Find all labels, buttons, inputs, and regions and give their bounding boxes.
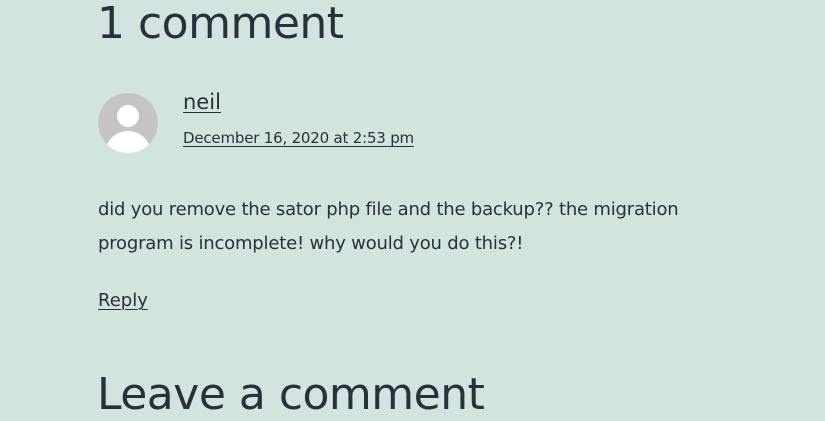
- comment-date-link[interactable]: December 16, 2020 at 2:53 pm: [183, 128, 414, 148]
- default-user-avatar-icon: [106, 105, 150, 153]
- comment-author-link[interactable]: neil: [183, 88, 221, 116]
- avatar: [98, 93, 158, 153]
- leave-comment-title: Leave a comment: [97, 369, 485, 420]
- reply-link[interactable]: Reply: [98, 289, 148, 313]
- comments-title: 1 comment: [97, 0, 344, 49]
- comment-body: did you remove the sator php file and th…: [98, 199, 679, 254]
